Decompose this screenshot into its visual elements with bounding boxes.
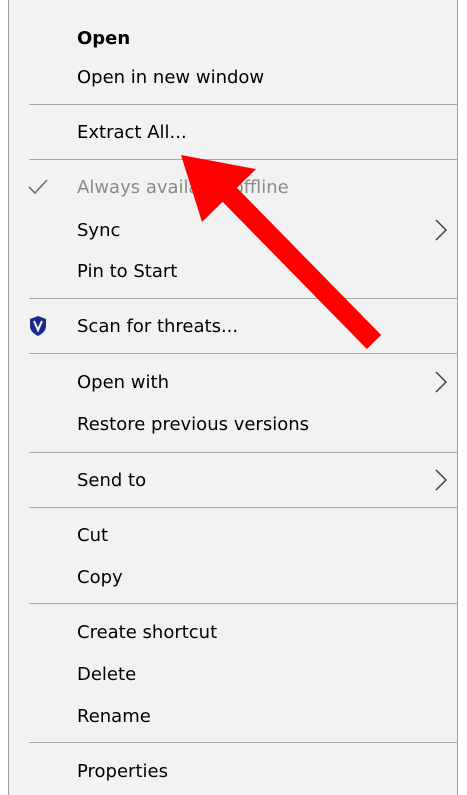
menu-item-properties-label: Properties [77,760,168,782]
context-menu: Open Open in new window Extract All... A… [8,0,458,795]
chevron-right-icon [435,469,448,491]
chevron-right-icon [435,371,448,393]
menu-item-delete[interactable]: Delete [9,655,457,693]
menu-item-open-with-label: Open with [77,371,169,393]
menu-item-copy[interactable]: Copy [9,558,457,596]
menu-separator [29,452,457,453]
menu-item-open[interactable]: Open [9,19,457,57]
menu-item-copy-label: Copy [77,566,123,588]
menu-item-send-to[interactable]: Send to [9,461,457,499]
menu-item-pin-to-start-label: Pin to Start [77,260,178,282]
menu-item-scan-for-threats[interactable]: Scan for threats... [9,307,457,345]
menu-item-pin-to-start[interactable]: Pin to Start [9,252,457,290]
menu-item-restore-previous-versions-label: Restore previous versions [77,413,310,435]
menu-separator [29,353,457,354]
menu-item-always-available-offline-label: Always available offline [77,176,289,198]
menu-separator [29,742,457,743]
menu-item-create-shortcut[interactable]: Create shortcut [9,613,457,651]
menu-item-open-with[interactable]: Open with [9,363,457,401]
menu-separator [29,603,457,604]
menu-item-delete-label: Delete [77,663,137,685]
menu-item-open-label: Open [77,27,131,49]
chevron-right-icon [435,219,448,241]
defender-shield-icon [25,313,51,339]
checkmark-icon [25,174,51,200]
menu-item-sync-label: Sync [77,219,121,241]
menu-item-always-available-offline[interactable]: Always available offline [9,168,457,206]
menu-item-extract-all-label: Extract All... [77,121,187,143]
menu-item-send-to-label: Send to [77,469,147,491]
menu-item-cut-label: Cut [77,524,109,546]
menu-item-create-shortcut-label: Create shortcut [77,621,218,643]
menu-item-restore-previous-versions[interactable]: Restore previous versions [9,405,457,443]
menu-item-cut[interactable]: Cut [9,516,457,554]
menu-item-scan-for-threats-label: Scan for threats... [77,315,239,337]
menu-item-open-in-new-window-label: Open in new window [77,66,265,88]
menu-separator [29,104,457,105]
menu-item-rename[interactable]: Rename [9,697,457,735]
menu-item-extract-all[interactable]: Extract All... [9,113,457,151]
menu-item-rename-label: Rename [77,705,151,727]
menu-item-sync[interactable]: Sync [9,211,457,249]
menu-separator [29,159,457,160]
menu-separator [29,507,457,508]
menu-item-open-in-new-window[interactable]: Open in new window [9,58,457,96]
menu-item-properties[interactable]: Properties [9,752,457,790]
menu-separator [29,298,457,299]
